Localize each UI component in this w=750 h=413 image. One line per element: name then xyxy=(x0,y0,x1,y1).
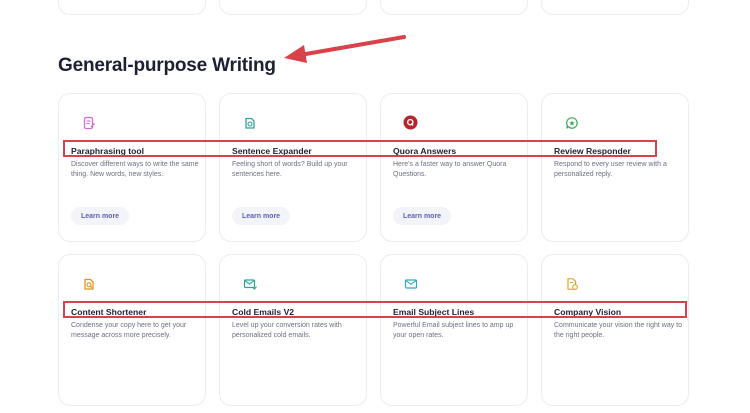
card-review-responder[interactable]: Review Responder Respond to every user r… xyxy=(541,93,689,242)
highlight-box xyxy=(63,140,657,157)
mail-check-icon xyxy=(403,276,418,291)
mail-icon xyxy=(242,276,257,291)
partial-card xyxy=(219,0,367,15)
card-description: Respond to every user review with a pers… xyxy=(554,161,667,178)
learn-more-button[interactable]: Learn more xyxy=(71,207,129,225)
partial-card xyxy=(541,0,689,15)
chat-star-icon xyxy=(564,115,579,130)
highlight-box xyxy=(63,301,687,318)
card-email-subject-lines[interactable]: Email Subject Lines Powerful Email subje… xyxy=(380,254,528,406)
quora-icon xyxy=(403,115,418,130)
card-paraphrasing-tool[interactable]: Paraphrasing tool Discover different way… xyxy=(58,93,206,242)
card-cold-emails-v2[interactable]: Cold Emails V2 Level up your conversion … xyxy=(219,254,367,406)
learn-more-button[interactable]: Learn more xyxy=(393,207,451,225)
card-description: Discover different ways to write the sam… xyxy=(71,161,199,178)
card-description: Level up your conversion rates with pers… xyxy=(232,322,342,339)
card-company-vision[interactable]: Company Vision Communicate your vision t… xyxy=(541,254,689,406)
partial-card xyxy=(380,0,528,15)
expand-doc-icon xyxy=(242,115,257,130)
card-description: Condense your copy here to get your mess… xyxy=(71,322,187,339)
card-content-shortener[interactable]: Content Shortener Condense your copy her… xyxy=(58,254,206,406)
card-description: Here's a faster way to answer Quora Ques… xyxy=(393,161,507,178)
learn-more-button[interactable]: Learn more xyxy=(232,207,290,225)
card-quora-answers[interactable]: Quora Answers Here's a faster way to ans… xyxy=(380,93,528,242)
card-sentence-expander[interactable]: Sentence Expander Feeling short of words… xyxy=(219,93,367,242)
section-title: General-purpose Writing xyxy=(58,55,276,76)
partial-card xyxy=(58,0,206,15)
annotation-arrow xyxy=(284,35,406,63)
card-description: Communicate your vision the right way to… xyxy=(554,322,682,339)
doc-vision-icon xyxy=(564,276,579,291)
doc-edit-icon xyxy=(81,115,96,130)
card-description: Feeling short of words? Build up your se… xyxy=(232,161,348,178)
card-description: Powerful Email subject lines to amp up y… xyxy=(393,322,514,339)
shorten-icon xyxy=(81,276,96,291)
